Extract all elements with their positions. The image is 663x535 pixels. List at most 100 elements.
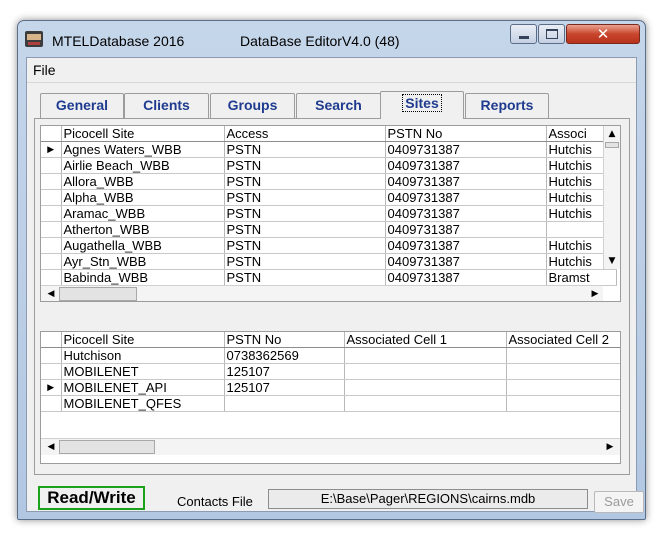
grid-cell[interactable]: PSTN bbox=[224, 173, 386, 190]
row-selector[interactable]: ▶ bbox=[41, 379, 62, 396]
grid-cell[interactable]: 0409731387 bbox=[385, 237, 547, 254]
site-row[interactable]: ▶ Agnes Waters_WBB PSTN 0409731387 Hutchis bbox=[41, 141, 617, 158]
read-write-indicator[interactable]: Read/Write bbox=[38, 486, 145, 510]
grid-cell[interactable]: 125107 bbox=[224, 363, 345, 380]
column-header[interactable]: Access bbox=[224, 126, 386, 142]
row-selector[interactable] bbox=[41, 237, 62, 254]
menu-file[interactable]: File bbox=[33, 62, 56, 78]
grid-cell[interactable]: PSTN bbox=[224, 221, 386, 238]
grid-cell[interactable]: PSTN bbox=[224, 253, 386, 270]
grid-cell[interactable]: Aramac_WBB bbox=[61, 205, 225, 222]
row-selector[interactable] bbox=[41, 221, 62, 238]
clients-grid[interactable]: Picocell Site PSTN No Associated Cell 1 Ass… bbox=[40, 331, 621, 464]
title-bar[interactable]: MTELDatabase 2016 DataBase EditorV4.0 (4… bbox=[18, 21, 645, 57]
tab-reports[interactable]: Reports bbox=[465, 93, 549, 118]
grid-cell[interactable]: 0409731387 bbox=[385, 157, 547, 174]
grid-cell[interactable] bbox=[344, 379, 507, 396]
grid-cell[interactable]: Agnes Waters_WBB bbox=[61, 141, 225, 158]
column-header[interactable]: Picocell Site bbox=[61, 332, 225, 348]
row-selector[interactable] bbox=[41, 347, 62, 364]
grid-cell[interactable]: Hutchison bbox=[61, 347, 225, 364]
clients-horizontal-scrollbar[interactable]: ◀ ▶ bbox=[41, 438, 620, 455]
grid-cell[interactable]: 0409731387 bbox=[385, 221, 547, 238]
grid-cell[interactable]: PSTN bbox=[224, 205, 386, 222]
row-selector[interactable] bbox=[41, 157, 62, 174]
column-header[interactable]: PSTN No bbox=[385, 126, 547, 142]
grid-cell[interactable]: PSTN bbox=[224, 157, 386, 174]
grid-cell[interactable]: 0409731387 bbox=[385, 189, 547, 206]
scroll-up-icon[interactable]: ▲ bbox=[604, 126, 620, 142]
grid-cell[interactable]: Bramst bbox=[546, 269, 617, 286]
grid-cell[interactable] bbox=[506, 379, 620, 396]
scroll-thumb[interactable] bbox=[59, 287, 137, 301]
column-header[interactable]: Picocell Site bbox=[61, 126, 225, 142]
grid-cell[interactable]: 0409731387 bbox=[385, 269, 547, 286]
tab-general[interactable]: General bbox=[40, 93, 124, 118]
grid-cell[interactable] bbox=[506, 363, 620, 380]
grid-cell[interactable] bbox=[344, 347, 507, 364]
row-selector[interactable] bbox=[41, 363, 62, 380]
grid-cell[interactable]: Ayr_Stn_WBB bbox=[61, 253, 225, 270]
grid-cell[interactable]: Augathella_WBB bbox=[61, 237, 225, 254]
scroll-left-icon[interactable]: ◀ bbox=[43, 286, 59, 301]
database-icon[interactable] bbox=[25, 31, 43, 47]
maximize-button[interactable] bbox=[538, 24, 565, 44]
row-selector[interactable] bbox=[41, 395, 62, 412]
grid-cell[interactable] bbox=[344, 395, 507, 412]
tab-sites[interactable]: Sites bbox=[380, 91, 464, 119]
sites-vertical-scrollbar[interactable]: ▲ ▼ bbox=[603, 126, 620, 269]
scroll-thumb[interactable] bbox=[59, 440, 155, 454]
site-row[interactable]: Allora_WBB PSTN 0409731387 Hutchis bbox=[41, 173, 617, 190]
column-header[interactable]: Associated Cell 1 bbox=[344, 332, 507, 348]
site-row[interactable]: Atherton_WBB PSTN 0409731387 bbox=[41, 221, 617, 238]
scroll-down-icon[interactable]: ▼ bbox=[604, 253, 620, 269]
grid-cell[interactable]: MOBILENET_API bbox=[61, 379, 225, 396]
row-selector[interactable] bbox=[41, 189, 62, 206]
column-header[interactable]: Associated Cell 2 bbox=[506, 332, 620, 348]
client-row[interactable]: MOBILENET 125107 bbox=[41, 363, 620, 380]
grid-cell[interactable]: PSTN bbox=[224, 141, 386, 158]
grid-cell[interactable]: MOBILENET_QFES bbox=[61, 395, 225, 412]
grid-cell[interactable]: 0409731387 bbox=[385, 141, 547, 158]
tab-search[interactable]: Search bbox=[296, 93, 381, 118]
scroll-right-icon[interactable]: ▶ bbox=[587, 286, 603, 301]
grid-cell[interactable]: Babinda_WBB bbox=[61, 269, 225, 286]
grid-cell[interactable]: Airlie Beach_WBB bbox=[61, 157, 225, 174]
sites-horizontal-scrollbar[interactable]: ◀ ▶ bbox=[41, 285, 603, 301]
grid-cell[interactable]: PSTN bbox=[224, 269, 386, 286]
grid-cell[interactable] bbox=[344, 363, 507, 380]
site-row[interactable]: Babinda_WBB PSTN 0409731387 Bramst bbox=[41, 269, 617, 286]
grid-cell[interactable] bbox=[506, 395, 620, 412]
grid-cell[interactable]: Allora_WBB bbox=[61, 173, 225, 190]
site-row[interactable]: Alpha_WBB PSTN 0409731387 Hutchis bbox=[41, 189, 617, 206]
site-row[interactable]: Airlie Beach_WBB PSTN 0409731387 Hutchis bbox=[41, 157, 617, 174]
client-row[interactable]: Hutchison 0738362569 bbox=[41, 347, 620, 364]
grid-cell[interactable]: 0738362569 bbox=[224, 347, 345, 364]
tab-clients[interactable]: Clients bbox=[124, 93, 209, 118]
grid-cell[interactable]: 125107 bbox=[224, 379, 345, 396]
grid-cell[interactable]: 0409731387 bbox=[385, 253, 547, 270]
minimize-button[interactable] bbox=[510, 24, 537, 44]
grid-cell[interactable] bbox=[506, 347, 620, 364]
row-selector[interactable] bbox=[41, 269, 62, 286]
row-selector[interactable] bbox=[41, 173, 62, 190]
grid-cell[interactable] bbox=[224, 395, 345, 412]
site-row[interactable]: Ayr_Stn_WBB PSTN 0409731387 Hutchis bbox=[41, 253, 617, 270]
row-selector[interactable] bbox=[41, 253, 62, 270]
scroll-right-icon[interactable]: ▶ bbox=[602, 439, 618, 455]
row-selector[interactable]: ▶ bbox=[41, 141, 62, 158]
save-button[interactable]: Save bbox=[594, 491, 644, 513]
scroll-thumb[interactable] bbox=[605, 142, 619, 148]
site-row[interactable]: Aramac_WBB PSTN 0409731387 Hutchis bbox=[41, 205, 617, 222]
grid-cell[interactable]: MOBILENET bbox=[61, 363, 225, 380]
grid-cell[interactable]: Alpha_WBB bbox=[61, 189, 225, 206]
client-row[interactable]: ▶ MOBILENET_API 125107 bbox=[41, 379, 620, 396]
grid-cell[interactable]: PSTN bbox=[224, 189, 386, 206]
grid-cell[interactable]: 0409731387 bbox=[385, 205, 547, 222]
sites-grid[interactable]: Picocell Site Access PSTN No Associ ▶ Agnes … bbox=[40, 125, 621, 302]
tab-groups[interactable]: Groups bbox=[210, 93, 295, 118]
row-selector[interactable] bbox=[41, 205, 62, 222]
close-button[interactable]: ✕ bbox=[566, 24, 640, 44]
site-row[interactable]: Augathella_WBB PSTN 0409731387 Hutchis bbox=[41, 237, 617, 254]
column-header[interactable]: PSTN No bbox=[224, 332, 345, 348]
